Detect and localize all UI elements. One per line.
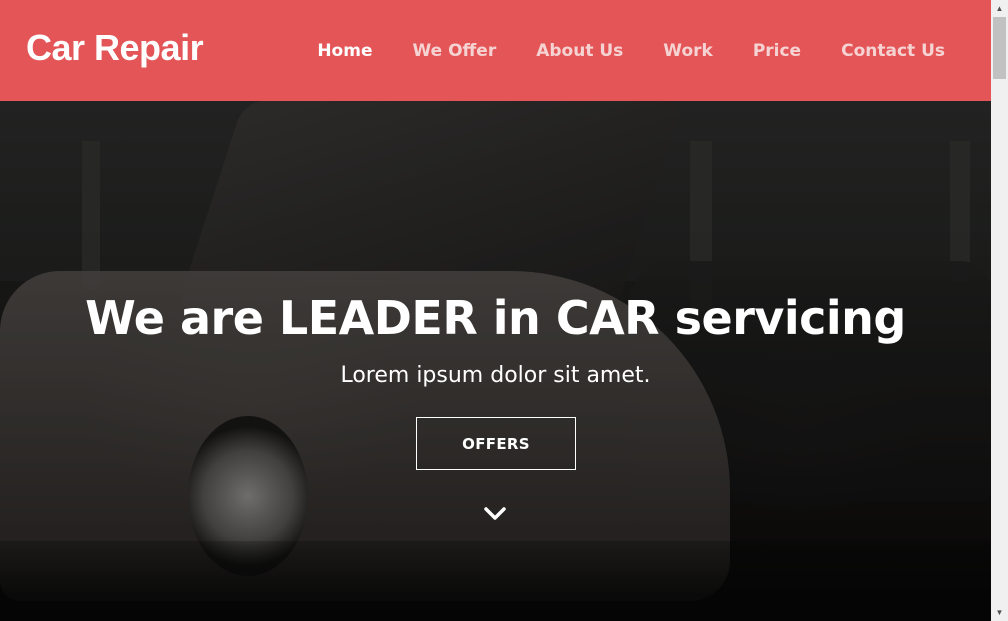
hero-title: We are LEADER in CAR servicing [85,291,906,345]
hero-subtitle: Lorem ipsum dolor sit amet. [340,363,651,388]
hero-section: We are LEADER in CAR servicing Lorem ips… [0,101,991,621]
nav-item-work[interactable]: Work [663,41,713,61]
page: Car Repair Home We Offer About Us Work P… [0,0,991,621]
scroll-down-arrow-icon[interactable]: ▼ [991,604,1008,621]
scroll-up-arrow-icon[interactable]: ▲ [991,0,1008,17]
chevron-down-icon[interactable] [483,506,507,522]
brand-logo[interactable]: Car Repair [26,27,204,69]
scrollbar-thumb[interactable] [993,17,1006,79]
nav-item-we-offer[interactable]: We Offer [412,41,496,61]
offers-button[interactable]: OFFERS [416,417,576,470]
navbar: Car Repair Home We Offer About Us Work P… [0,0,991,101]
main-nav: Home We Offer About Us Work Price Contac… [277,0,991,101]
nav-item-contact-us[interactable]: Contact Us [841,41,945,61]
hero-content: We are LEADER in CAR servicing Lorem ips… [0,101,991,621]
nav-item-about-us[interactable]: About Us [536,41,623,61]
nav-item-price[interactable]: Price [753,41,801,61]
vertical-scrollbar[interactable]: ▲ ▼ [991,0,1008,621]
nav-item-home[interactable]: Home [317,41,372,61]
